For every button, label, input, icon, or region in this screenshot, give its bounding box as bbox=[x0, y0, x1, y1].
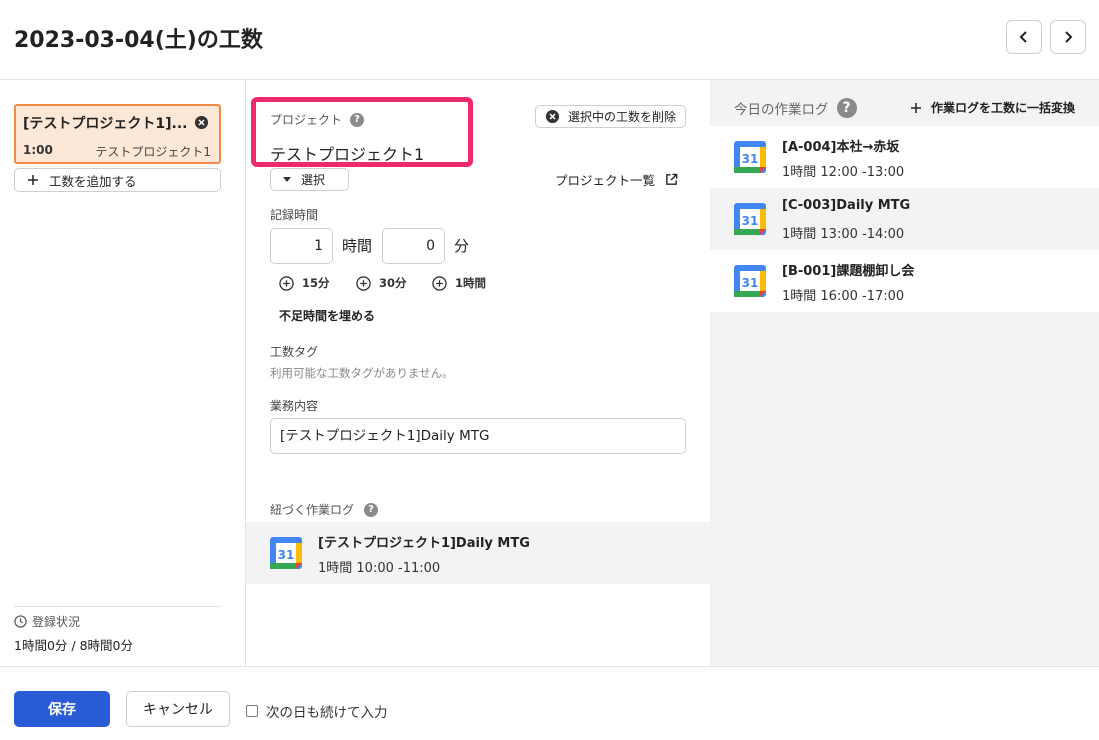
plus-circle-icon bbox=[279, 275, 294, 291]
add-entry-label: 工数を追加する bbox=[49, 173, 137, 189]
linked-log-item[interactable]: 31 [テストプロジェクト1]Daily MTG 1時間 10:00 -11:0… bbox=[246, 522, 710, 584]
google-calendar-icon: 31 bbox=[734, 203, 766, 235]
project-list-link[interactable]: プロジェクト一覧 bbox=[555, 170, 678, 189]
record-time-label: 記録時間 bbox=[270, 208, 319, 222]
calendar-day: 31 bbox=[742, 152, 759, 166]
entry-project: テストプロジェクト1 bbox=[95, 145, 211, 159]
work-content-label: 業務内容 bbox=[270, 399, 319, 413]
hours-input[interactable]: 1 bbox=[270, 228, 333, 264]
chevron-right-icon bbox=[1065, 31, 1073, 43]
calendar-day: 31 bbox=[742, 214, 759, 228]
calendar-day: 31 bbox=[742, 276, 759, 290]
tag-empty-message: 利用可能な工数タグがありません。 bbox=[270, 366, 454, 380]
continue-next-day-option[interactable]: 次の日も続けて入力 bbox=[246, 701, 388, 721]
entries-panel: [テストプロジェクト1]... 1:00 テストプロジェクト1 工数を追加する … bbox=[0, 80, 246, 666]
work-log-title: [C-003]Daily MTG bbox=[782, 198, 911, 213]
next-day-button[interactable] bbox=[1050, 20, 1086, 54]
cancel-button[interactable]: キャンセル bbox=[126, 691, 230, 727]
prev-day-button[interactable] bbox=[1006, 20, 1042, 54]
entry-time: 1:00 bbox=[23, 143, 53, 157]
google-calendar-icon: 31 bbox=[270, 537, 302, 569]
clock-icon bbox=[14, 615, 27, 628]
delete-entry-button[interactable]: 選択中の工数を削除 bbox=[535, 105, 686, 128]
plus-icon bbox=[28, 175, 38, 185]
add-15min-label: 15分 bbox=[302, 276, 330, 290]
page-title: 2023-03-04(土)の工数 bbox=[14, 28, 263, 53]
today-log-panel: 今日の作業ログ ? 作業ログを工数に一括変換 31 [A-004]本社→赤坂 1… bbox=[710, 80, 1099, 666]
help-icon[interactable]: ? bbox=[364, 502, 379, 517]
add-entry-button[interactable]: 工数を追加する bbox=[14, 168, 221, 192]
work-log-time: 1時間 16:00 -17:00 bbox=[782, 289, 905, 304]
continue-next-day-checkbox[interactable] bbox=[246, 705, 258, 717]
entry-form: プロジェクト ? テストプロジェクト1 選択中の工数を削除 選択 プロジェクト一… bbox=[246, 80, 710, 666]
external-link-icon bbox=[666, 173, 678, 185]
add-30min-button[interactable]: 30分 bbox=[356, 275, 407, 291]
work-log-title: [B-001]課題棚卸し会 bbox=[782, 264, 915, 279]
close-circle-icon[interactable] bbox=[194, 115, 209, 130]
work-log-title: [A-004]本社→赤坂 bbox=[782, 140, 900, 155]
close-circle-icon bbox=[545, 109, 560, 124]
add-30min-label: 30分 bbox=[379, 276, 407, 290]
help-icon[interactable]: ? bbox=[836, 98, 857, 118]
work-log-time: 1時間 12:00 -13:00 bbox=[782, 165, 905, 180]
plus-circle-icon bbox=[432, 275, 447, 291]
chevron-left-icon bbox=[1019, 31, 1027, 43]
project-list-label: プロジェクト一覧 bbox=[555, 173, 656, 188]
google-calendar-icon: 31 bbox=[734, 265, 766, 297]
linked-log-label: 紐づく作業ログ bbox=[270, 503, 355, 517]
add-1hour-label: 1時間 bbox=[455, 276, 487, 290]
bulk-convert-label: 作業ログを工数に一括変換 bbox=[931, 101, 1076, 115]
bulk-convert-button[interactable]: 作業ログを工数に一括変換 bbox=[910, 99, 1075, 116]
minutes-input[interactable]: 0 bbox=[382, 228, 445, 264]
work-log-time: 1時間 13:00 -14:00 bbox=[782, 227, 905, 242]
calendar-day: 31 bbox=[278, 548, 295, 562]
linked-log-title: [テストプロジェクト1]Daily MTG bbox=[318, 536, 530, 551]
work-log-item[interactable]: 31 [C-003]Daily MTG 1時間 13:00 -14:00 bbox=[710, 188, 1099, 250]
status-value: 1時間0分 / 8時間0分 bbox=[14, 638, 133, 653]
status-label: 登録状況 bbox=[32, 615, 81, 629]
minutes-unit: 分 bbox=[454, 237, 470, 255]
project-select-button[interactable]: 選択 bbox=[270, 168, 349, 191]
plus-icon bbox=[911, 102, 921, 113]
entry-card[interactable]: [テストプロジェクト1]... 1:00 テストプロジェクト1 bbox=[14, 104, 221, 164]
work-log-item[interactable]: 31 [B-001]課題棚卸し会 1時間 16:00 -17:00 bbox=[710, 250, 1099, 312]
select-label: 選択 bbox=[301, 173, 326, 187]
fill-missing-time-button[interactable]: 不足時間を埋める bbox=[279, 307, 375, 324]
caret-down-icon bbox=[283, 176, 291, 182]
hours-unit: 時間 bbox=[342, 237, 373, 255]
save-button[interactable]: 保存 bbox=[14, 691, 110, 727]
today-log-label: 今日の作業ログ bbox=[734, 102, 829, 118]
header: 2023-03-04(土)の工数 bbox=[0, 0, 1099, 80]
add-1hour-button[interactable]: 1時間 bbox=[432, 275, 486, 291]
delete-entry-label: 選択中の工数を削除 bbox=[568, 110, 677, 124]
google-calendar-icon: 31 bbox=[734, 141, 766, 173]
tag-label: 工数タグ bbox=[270, 345, 319, 359]
footer: 保存 キャンセル 次の日も続けて入力 bbox=[0, 666, 1099, 740]
project-value: テストプロジェクト1 bbox=[270, 145, 425, 164]
entry-title: [テストプロジェクト1]... bbox=[23, 116, 188, 132]
add-15min-button[interactable]: 15分 bbox=[279, 275, 330, 291]
linked-log-time: 1時間 10:00 -11:00 bbox=[318, 561, 441, 576]
project-label: プロジェクト bbox=[270, 113, 343, 127]
continue-next-day-label: 次の日も続けて入力 bbox=[266, 705, 388, 721]
registration-status: 登録状況 1時間0分 / 8時間0分 bbox=[14, 606, 221, 654]
plus-circle-icon bbox=[356, 275, 371, 291]
work-log-item[interactable]: 31 [A-004]本社→赤坂 1時間 12:00 -13:00 bbox=[710, 126, 1099, 188]
work-content-input[interactable]: [テストプロジェクト1]Daily MTG bbox=[270, 418, 686, 454]
help-icon[interactable]: ? bbox=[350, 112, 365, 127]
